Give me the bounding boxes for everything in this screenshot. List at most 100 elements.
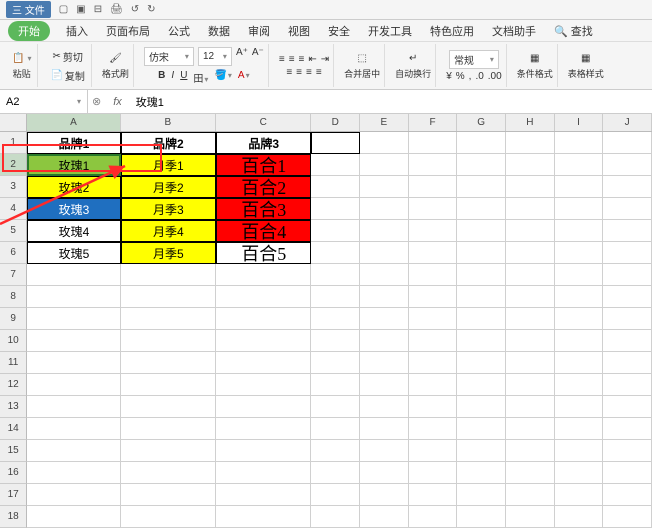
paste-button[interactable]: 📋▾ bbox=[10, 52, 33, 65]
cell-E6[interactable] bbox=[360, 242, 409, 264]
cell-F10[interactable] bbox=[409, 330, 458, 352]
cell-J1[interactable] bbox=[603, 132, 652, 154]
cell-E2[interactable] bbox=[360, 154, 409, 176]
cell-B13[interactable] bbox=[121, 396, 216, 418]
cell-G5[interactable] bbox=[457, 220, 506, 242]
cell-I2[interactable] bbox=[555, 154, 604, 176]
cell-J5[interactable] bbox=[603, 220, 652, 242]
cell-J3[interactable] bbox=[603, 176, 652, 198]
row-header[interactable]: 3 bbox=[0, 176, 27, 198]
cell-C7[interactable] bbox=[216, 264, 311, 286]
cell-B3[interactable]: 月季2 bbox=[121, 176, 216, 198]
cell-H14[interactable] bbox=[506, 418, 555, 440]
cell-A17[interactable] bbox=[27, 484, 120, 506]
underline-button[interactable]: U bbox=[180, 70, 187, 85]
row-header[interactable]: 11 bbox=[0, 352, 27, 374]
cell-B9[interactable] bbox=[121, 308, 216, 330]
cell-J18[interactable] bbox=[603, 506, 652, 528]
cell-C4[interactable]: 百合3 bbox=[216, 198, 311, 220]
cell-C12[interactable] bbox=[216, 374, 311, 396]
cell-A18[interactable] bbox=[27, 506, 120, 528]
cell-I9[interactable] bbox=[555, 308, 604, 330]
cell-A5[interactable]: 玫瑰4 bbox=[27, 220, 120, 242]
tab-data[interactable]: 数据 bbox=[206, 21, 232, 41]
cell-I17[interactable] bbox=[555, 484, 604, 506]
cell-G12[interactable] bbox=[457, 374, 506, 396]
cell-H17[interactable] bbox=[506, 484, 555, 506]
cell-J6[interactable] bbox=[603, 242, 652, 264]
decrease-font-icon[interactable]: A⁻ bbox=[252, 47, 264, 66]
format-painter-button[interactable]: 🖌 bbox=[107, 52, 124, 65]
cell-D2[interactable] bbox=[311, 154, 360, 176]
cell-J14[interactable] bbox=[603, 418, 652, 440]
cell-G10[interactable] bbox=[457, 330, 506, 352]
row-header[interactable]: 16 bbox=[0, 462, 27, 484]
cell-I10[interactable] bbox=[555, 330, 604, 352]
cell-H3[interactable] bbox=[506, 176, 555, 198]
cell-E3[interactable] bbox=[360, 176, 409, 198]
align-left-icon[interactable]: ≡ bbox=[286, 67, 292, 78]
cell-A1[interactable]: 品牌1 bbox=[27, 132, 120, 154]
indent-inc-icon[interactable]: ⇥ bbox=[321, 54, 329, 65]
cell-B15[interactable] bbox=[121, 440, 216, 462]
cell-I3[interactable] bbox=[555, 176, 604, 198]
cell-B7[interactable] bbox=[121, 264, 216, 286]
row-header[interactable]: 10 bbox=[0, 330, 27, 352]
cell-C8[interactable] bbox=[216, 286, 311, 308]
cell-C13[interactable] bbox=[216, 396, 311, 418]
cell-H8[interactable] bbox=[506, 286, 555, 308]
cell-G3[interactable] bbox=[457, 176, 506, 198]
cell-G2[interactable] bbox=[457, 154, 506, 176]
cell-C16[interactable] bbox=[216, 462, 311, 484]
cell-F3[interactable] bbox=[409, 176, 458, 198]
cell-H15[interactable] bbox=[506, 440, 555, 462]
cell-F18[interactable] bbox=[409, 506, 458, 528]
tab-review[interactable]: 审阅 bbox=[246, 21, 272, 41]
cell-E13[interactable] bbox=[360, 396, 409, 418]
cell-E12[interactable] bbox=[360, 374, 409, 396]
cell-A13[interactable] bbox=[27, 396, 120, 418]
cell-D14[interactable] bbox=[311, 418, 360, 440]
cell-G1[interactable] bbox=[457, 132, 506, 154]
cell-D13[interactable] bbox=[311, 396, 360, 418]
col-header-B[interactable]: B bbox=[121, 114, 216, 131]
row-header[interactable]: 9 bbox=[0, 308, 27, 330]
cell-E16[interactable] bbox=[360, 462, 409, 484]
cell-I8[interactable] bbox=[555, 286, 604, 308]
cell-A4[interactable]: 玫瑰3 bbox=[27, 198, 120, 220]
cell-B6[interactable]: 月季5 bbox=[121, 242, 216, 264]
cell-E11[interactable] bbox=[360, 352, 409, 374]
cell-C9[interactable] bbox=[216, 308, 311, 330]
file-menu-button[interactable]: 三 文件 bbox=[6, 1, 51, 18]
col-header-G[interactable]: G bbox=[457, 114, 506, 131]
cell-C10[interactable] bbox=[216, 330, 311, 352]
comma-icon[interactable]: , bbox=[469, 71, 472, 82]
currency-icon[interactable]: ¥ bbox=[446, 71, 452, 82]
cell-C2[interactable]: 百合1 bbox=[216, 154, 311, 176]
cell-A11[interactable] bbox=[27, 352, 120, 374]
cell-E1[interactable] bbox=[360, 132, 409, 154]
cell-I1[interactable] bbox=[555, 132, 604, 154]
cell-B14[interactable] bbox=[121, 418, 216, 440]
cell-J7[interactable] bbox=[603, 264, 652, 286]
cell-G9[interactable] bbox=[457, 308, 506, 330]
search-button[interactable]: 🔍 查找 bbox=[552, 21, 595, 41]
cell-C14[interactable] bbox=[216, 418, 311, 440]
cell-I14[interactable] bbox=[555, 418, 604, 440]
cell-G16[interactable] bbox=[457, 462, 506, 484]
cell-F17[interactable] bbox=[409, 484, 458, 506]
cell-D1[interactable] bbox=[311, 132, 360, 154]
cell-E17[interactable] bbox=[360, 484, 409, 506]
cell-H1[interactable] bbox=[506, 132, 555, 154]
tab-dev[interactable]: 开发工具 bbox=[366, 21, 414, 41]
cell-G6[interactable] bbox=[457, 242, 506, 264]
cell-F15[interactable] bbox=[409, 440, 458, 462]
cell-A16[interactable] bbox=[27, 462, 120, 484]
percent-icon[interactable]: % bbox=[456, 71, 465, 82]
wrap-text-button[interactable]: ↵ bbox=[407, 52, 419, 65]
toolbar-icon[interactable]: ⊟ bbox=[94, 4, 102, 15]
cell-G15[interactable] bbox=[457, 440, 506, 462]
merge-center-button[interactable]: ⬚ bbox=[355, 52, 368, 65]
font-color-button[interactable]: A▾ bbox=[238, 70, 250, 85]
cell-G14[interactable] bbox=[457, 418, 506, 440]
